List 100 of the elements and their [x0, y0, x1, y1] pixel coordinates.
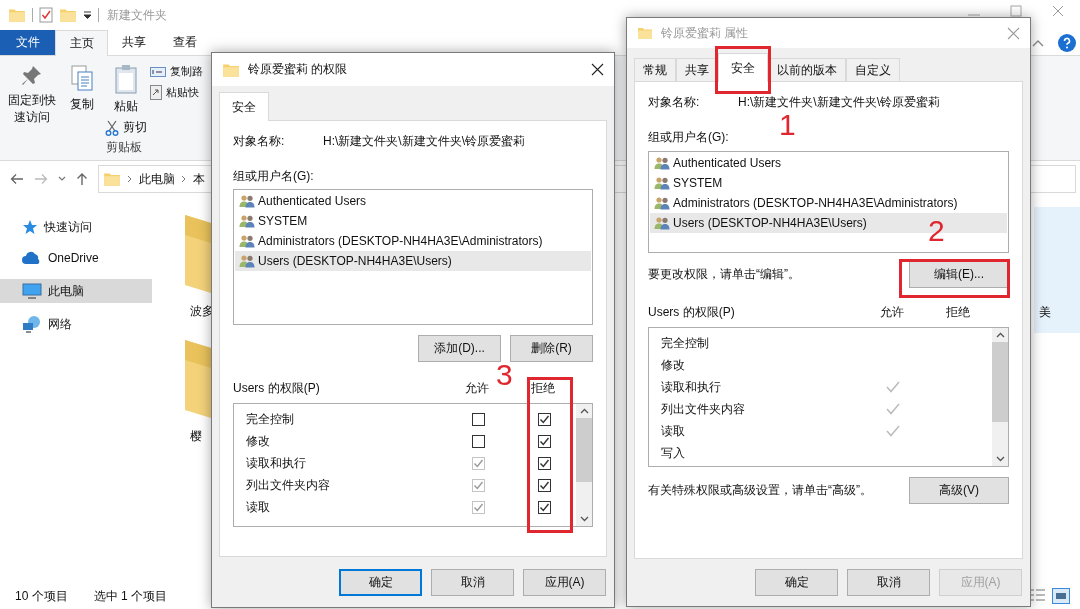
breadcrumb[interactable]: 此电脑 [139, 170, 175, 188]
dialog-button[interactable]: 添加(D)... [418, 335, 501, 362]
dialog-button[interactable]: 取消 [431, 569, 514, 596]
checkbox[interactable] [537, 456, 551, 470]
paste-button[interactable]: 粘贴 [114, 98, 138, 115]
hint-text: 有关特殊权限或高级设置，请单击“高级”。 [648, 482, 872, 499]
dialog-button[interactable]: 删除(R) [510, 335, 593, 362]
folder-item[interactable]: 美 [1034, 207, 1080, 333]
permission-name: 修改 [660, 356, 686, 374]
user-list-item[interactable]: SYSTEM [235, 211, 591, 231]
nav-item[interactable]: 快速访问 [0, 217, 152, 237]
details-view-icon[interactable] [1030, 588, 1046, 602]
user-group-icon [239, 194, 255, 208]
nav-item[interactable]: 此电脑 [0, 279, 152, 303]
edit-button[interactable]: 编辑(E)... [909, 261, 1009, 288]
up-icon[interactable] [76, 172, 88, 186]
user-group-icon [654, 216, 670, 230]
checkbox[interactable] [471, 412, 485, 426]
column-header: 拒绝 [945, 304, 971, 321]
large-icons-view-icon[interactable] [1052, 588, 1070, 604]
paste-shortcut-button[interactable]: 粘贴快 [166, 85, 199, 100]
scrollbar[interactable] [576, 404, 592, 526]
copy-button[interactable]: 复制 [70, 96, 94, 113]
checkbox[interactable] [537, 478, 551, 492]
checkbox[interactable] [537, 412, 551, 426]
copy-icon [70, 64, 94, 92]
dialog-button[interactable]: 确定 [339, 569, 422, 596]
dialog-title: 铃原爱蜜莉 的权限 [248, 61, 348, 78]
field-label: 对象名称: [648, 94, 701, 111]
tab[interactable]: 常规 [634, 58, 676, 81]
checkbox[interactable] [537, 434, 551, 448]
scroll-down-icon[interactable] [579, 516, 589, 522]
clipboard-icon [114, 64, 138, 94]
tab[interactable]: 以前的版本 [768, 58, 846, 81]
properties-icon[interactable] [39, 7, 53, 23]
field-label: 组或用户名(G): [648, 129, 730, 146]
field-label: 对象名称: [233, 133, 286, 150]
scroll-up-icon[interactable] [579, 408, 589, 414]
object-path: H:\新建文件夹\新建文件夹\铃原爱蜜莉 [738, 94, 941, 111]
user-list-item[interactable]: Authenticated Users [235, 191, 591, 211]
object-path: H:\新建文件夹\新建文件夹\铃原爱蜜莉 [323, 133, 526, 150]
ribbon-tab[interactable]: 主页 [55, 30, 108, 56]
help-icon[interactable] [1058, 33, 1076, 52]
permission-name: 读取和执行 [660, 378, 722, 396]
dialog-button[interactable]: 取消 [847, 569, 930, 596]
group-label: 剪贴板 [106, 139, 142, 156]
dialog-button[interactable]: 确定 [755, 569, 838, 596]
history-dropdown-icon[interactable] [58, 176, 66, 182]
permission-name: 读取 [660, 422, 686, 440]
checkbox[interactable] [471, 434, 485, 448]
dropdown-icon[interactable] [83, 11, 92, 19]
scrollbar[interactable] [992, 328, 1008, 466]
ribbon-tab[interactable]: 查看 [159, 30, 210, 55]
scroll-up-icon[interactable] [995, 332, 1005, 338]
copy-path-button[interactable]: 复制路 [170, 64, 203, 79]
user-group-icon [654, 196, 670, 210]
tab[interactable]: 安全 [718, 53, 768, 82]
network-icon [22, 315, 42, 333]
field-label: 组或用户名(G): [233, 168, 315, 185]
folder-item[interactable]: 樱 [185, 340, 214, 445]
user-list-item[interactable]: Authenticated Users [650, 153, 1007, 173]
breadcrumb[interactable]: 本 [193, 170, 205, 188]
permission-name: 列出文件夹内容 [660, 400, 746, 418]
folder-icon [185, 215, 211, 293]
back-icon[interactable] [10, 173, 24, 185]
advanced-button[interactable]: 高级(V) [909, 477, 1009, 504]
user-group-icon [654, 156, 670, 170]
tab[interactable]: 自定义 [846, 58, 900, 81]
ribbon-tab[interactable]: 文件 [0, 30, 55, 55]
cut-button[interactable]: 剪切 [123, 119, 147, 136]
scroll-down-icon[interactable] [995, 456, 1005, 462]
nav-item[interactable]: OneDrive [0, 248, 152, 268]
dialog-button[interactable]: 应用(A) [523, 569, 606, 596]
window-title: 新建文件夹 [107, 6, 167, 24]
status-text: 选中 1 个项目 [93, 587, 168, 605]
close-icon[interactable] [591, 63, 604, 76]
checkbox[interactable] [537, 500, 551, 514]
user-list-item[interactable]: Users (DESKTOP-NH4HA3E\Users) [235, 251, 591, 271]
step-number: 3 [496, 360, 513, 390]
permission-name: 修改 [245, 432, 271, 450]
tab[interactable]: 共享 [676, 58, 718, 81]
nav-item[interactable]: 网络 [0, 314, 152, 334]
pin-button[interactable]: 固定到快速访问 [7, 92, 57, 126]
chevron-right-icon [181, 175, 187, 183]
cloud-icon [22, 251, 42, 265]
permission-name: 读取 [245, 498, 271, 516]
folder-icon [185, 340, 211, 418]
user-list-item[interactable]: Administrators (DESKTOP-NH4HA3E\Administrators) [235, 231, 591, 251]
dialog-title: 铃原爱蜜莉 属性 [661, 24, 749, 42]
user-group-icon [239, 234, 255, 248]
tab[interactable]: 安全 [219, 92, 269, 121]
field-label: Users 的权限(P) [648, 304, 736, 321]
chevron-up-icon[interactable] [1032, 38, 1044, 47]
user-list-item[interactable]: Administrators (DESKTOP-NH4HA3E\Administrators) [650, 193, 1007, 213]
field-label: Users 的权限(P) [233, 380, 321, 397]
ribbon-tab[interactable]: 共享 [108, 30, 159, 55]
computer-icon [22, 282, 42, 300]
path-icon [150, 66, 166, 77]
user-list-item[interactable]: SYSTEM [650, 173, 1007, 193]
status-text: 10 个项目 [15, 587, 68, 605]
